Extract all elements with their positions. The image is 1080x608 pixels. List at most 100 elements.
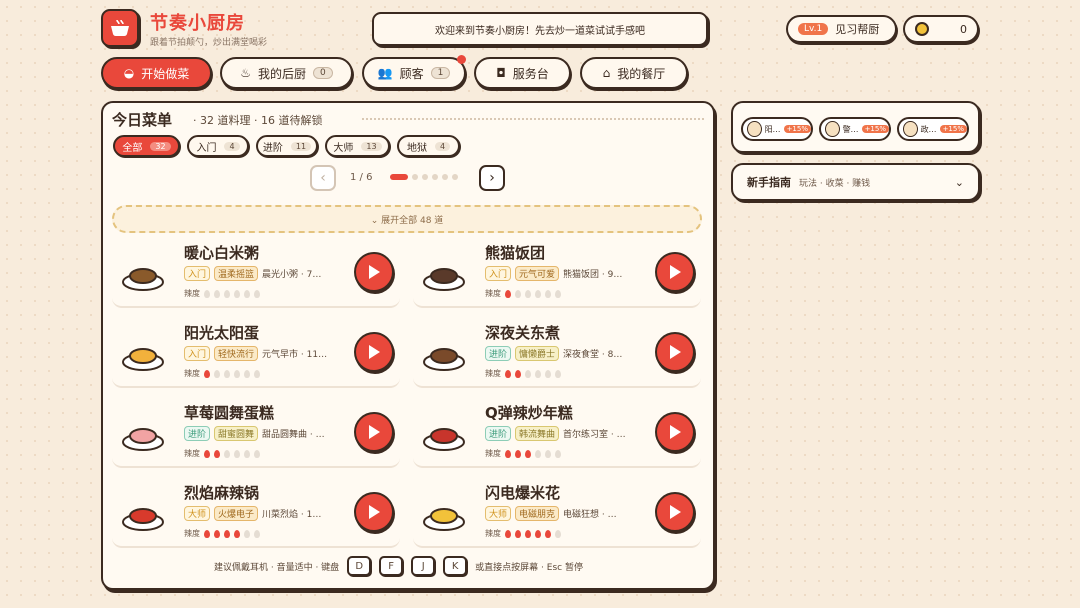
genre-tag: 火爆电子 — [214, 506, 259, 521]
guest-chip[interactable]: 政… +15% — [897, 117, 969, 141]
avatar — [903, 121, 918, 137]
dish-card[interactable]: 深夜关东煮 进阶 慵懒爵士 深夜食堂 · 8… 辣度 — [413, 318, 701, 388]
dish-card[interactable]: 阳光太阳蛋 入门 轻快流行 元气早市 · 11… 辣度 — [112, 318, 400, 388]
spice-meter: 辣度 — [184, 288, 260, 299]
dish-card[interactable]: 草莓圆舞蛋糕 进阶 甜蜜圆舞 甜品圆舞曲 · … 辣度 — [112, 398, 400, 468]
filter-all[interactable]: 全部 32 — [113, 135, 180, 157]
play-button[interactable] — [354, 412, 394, 452]
dish-name: 深夜关东煮 — [485, 324, 561, 342]
menu-title: 今日菜单 — [112, 111, 173, 129]
spice-drop-icon — [204, 369, 210, 378]
next-page-button[interactable]: › — [479, 165, 505, 191]
level-tag: 进阶 — [485, 346, 512, 361]
spice-drop-icon — [525, 529, 531, 538]
spice-drop-icon — [254, 289, 260, 298]
song-info: 深夜食堂 · 8… — [563, 350, 623, 360]
spice-drop-icon — [224, 289, 230, 298]
spice-meter: 辣度 — [485, 288, 561, 299]
notification-dot — [457, 55, 466, 64]
spice-drop-icon — [555, 369, 561, 378]
spice-drop-icon — [535, 289, 541, 298]
dish-icon — [421, 330, 467, 376]
dish-card[interactable]: 闪电爆米花 大师 电磁朋克 电磁狂想 · … 辣度 — [413, 478, 701, 548]
welcome-banner: 欢迎来到节奏小厨房！先去炒一道菜试试手感吧 — [372, 12, 708, 46]
tab-restaurant[interactable]: ⌂ 我的餐厅 — [580, 57, 688, 89]
key-j: J — [411, 556, 436, 576]
chevron-down-icon: ⌄ — [954, 175, 964, 189]
player-level[interactable]: Lv.1 见习帮厨 — [786, 15, 897, 43]
spice-drop-icon — [224, 449, 230, 458]
play-icon — [369, 425, 380, 439]
play-button[interactable] — [354, 492, 394, 532]
play-button[interactable] — [354, 252, 394, 292]
shop-icon: ⌂ — [602, 66, 611, 80]
play-button[interactable] — [655, 332, 695, 372]
guest-chip[interactable]: 阳… +15% — [741, 117, 813, 141]
expand-all-button[interactable]: ⌄ 展开全部 48 道 — [112, 205, 702, 233]
genre-tag: 甜蜜圆舞 — [214, 426, 259, 441]
spice-drop-icon — [515, 449, 521, 458]
dish-card[interactable]: 烈焰麻辣锅 大师 火爆电子 川菜烈焰 · 1… 辣度 — [112, 478, 400, 548]
dish-icon — [421, 490, 467, 536]
dish-card[interactable]: 暖心白米粥 入门 温柔摇篮 晨光小粥 · 7… 辣度 — [112, 238, 400, 308]
play-icon — [369, 505, 380, 519]
tab-counter[interactable]: ◘ 服务台 — [474, 57, 571, 89]
spice-drop-icon — [535, 529, 541, 538]
spice-drop-icon — [214, 369, 220, 378]
level-tag: 进阶 — [184, 426, 211, 441]
coin-balance[interactable]: 0 — [903, 15, 979, 43]
level-tag: 进阶 — [485, 426, 512, 441]
dish-card[interactable]: Q弹辣炒年糕 进阶 韩流舞曲 首尔练习室 · … 辣度 — [413, 398, 701, 468]
dish-tags: 大师 电磁朋克 电磁狂想 · … — [485, 506, 617, 521]
tab-kitchen[interactable]: ♨ 我的后厨 0 — [220, 57, 353, 89]
menu-summary: · 32 道料理 · 16 道待解锁 — [193, 114, 323, 127]
play-button[interactable] — [655, 492, 695, 532]
play-button[interactable] — [354, 332, 394, 372]
spice-drop-icon — [244, 449, 250, 458]
song-info: 首尔练习室 · … — [563, 430, 626, 440]
spice-meter: 辣度 — [485, 448, 561, 459]
footer-hint: 建议佩戴耳机 · 音量适中 · 键盘 D F J K 或直接点按屏幕 · Esc… — [214, 556, 583, 576]
genre-tag: 慵懒爵士 — [515, 346, 560, 361]
filter-hell[interactable]: 地狱 4 — [397, 135, 460, 157]
spice-drop-icon — [525, 289, 531, 298]
filter-advanced[interactable]: 进阶 11 — [256, 135, 318, 157]
level-tag: 入门 — [485, 266, 512, 281]
chevron-left-icon: ‹ — [320, 170, 326, 186]
start-cooking-button[interactable]: ◒ 开始做菜 — [101, 57, 212, 89]
genre-tag: 轻快流行 — [214, 346, 259, 361]
play-button[interactable] — [655, 252, 695, 292]
avatar — [747, 121, 762, 137]
beginner-guide[interactable]: 新手指南 玩法 · 收菜 · 赚钱 ⌄ — [731, 163, 980, 201]
play-icon — [670, 345, 681, 359]
tab-customers[interactable]: 👥 顾客 1 — [362, 55, 466, 89]
spice-drop-icon — [505, 449, 511, 458]
spice-drop-icon — [555, 289, 561, 298]
people-icon: 👥 — [377, 66, 393, 80]
dish-name: 烈焰麻辣锅 — [184, 484, 260, 502]
spice-drop-icon — [224, 369, 230, 378]
filter-master[interactable]: 大师 13 — [325, 135, 390, 157]
dish-card[interactable]: 熊猫饭团 入门 元气可爱 熊猫饭团 · 9… 辣度 — [413, 238, 701, 308]
spice-drop-icon — [234, 289, 240, 298]
genre-tag: 元气可爱 — [515, 266, 560, 281]
spice-drop-icon — [214, 529, 220, 538]
bag-icon: ◘ — [496, 66, 506, 80]
play-button[interactable] — [655, 412, 695, 452]
dish-icon — [421, 250, 467, 296]
genre-tag: 温柔摇篮 — [214, 266, 259, 281]
dish-name: 熊猫饭团 — [485, 244, 546, 262]
spice-drop-icon — [214, 449, 220, 458]
prev-page-button[interactable]: ‹ — [310, 165, 336, 191]
spice-drop-icon — [515, 529, 521, 538]
dish-icon — [120, 250, 166, 296]
dish-tags: 入门 温柔摇篮 晨光小粥 · 7… — [184, 266, 321, 281]
spice-drop-icon — [234, 529, 240, 538]
spice-drop-icon — [244, 369, 250, 378]
filter-beginner[interactable]: 入门 4 — [187, 135, 249, 157]
spice-drop-icon — [515, 289, 521, 298]
level-badge: Lv.1 — [798, 23, 829, 35]
genre-tag: 电磁朋克 — [515, 506, 560, 521]
guest-chip[interactable]: 警… +15% — [819, 117, 891, 141]
song-info: 熊猫饭团 · 9… — [563, 270, 623, 280]
